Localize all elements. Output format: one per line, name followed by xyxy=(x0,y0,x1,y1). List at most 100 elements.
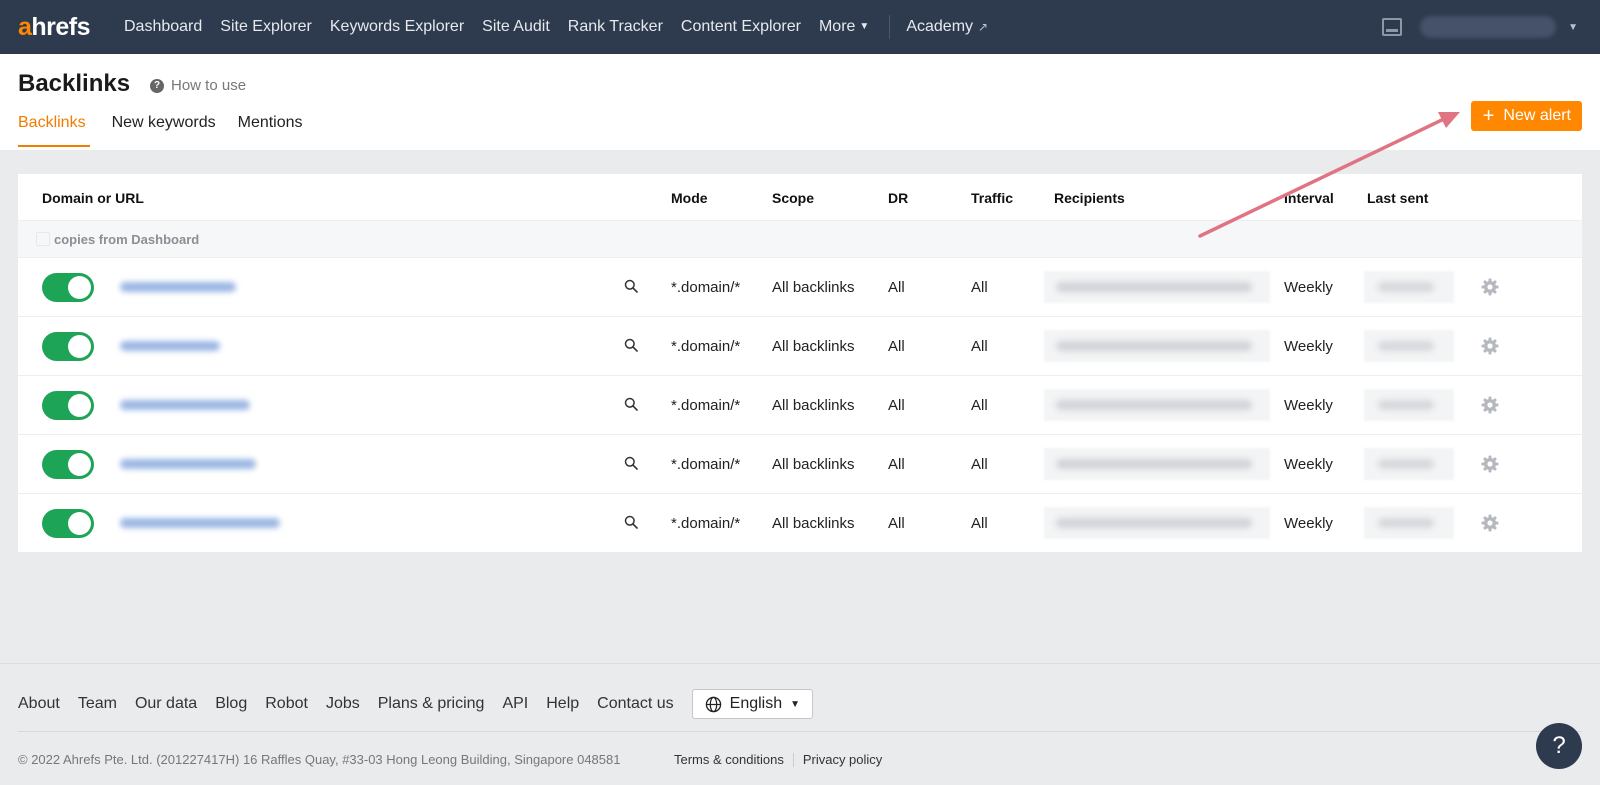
table-row: *.domain/* All backlinks All All Weekly xyxy=(18,435,1582,494)
col-scope: Scope xyxy=(772,190,815,206)
recipients-blurred xyxy=(1044,330,1270,362)
table-row: *.domain/* All backlinks All All Weekly xyxy=(18,258,1582,317)
footer-links: About Team Our data Blog Robot Jobs Plan… xyxy=(18,689,814,719)
cell-traffic: All xyxy=(971,397,988,414)
gear-icon[interactable] xyxy=(1480,277,1500,297)
col-dr: DR xyxy=(888,190,909,206)
nav-keywords-explorer[interactable]: Keywords Explorer xyxy=(330,18,464,36)
cell-mode: *.domain/* xyxy=(671,397,741,414)
tab-new-keywords[interactable]: New keywords xyxy=(112,114,216,147)
recipients-blurred xyxy=(1044,448,1270,480)
nav-more-label: More xyxy=(818,18,856,35)
recipients-blurred xyxy=(1044,507,1270,539)
domain-link-blurred[interactable] xyxy=(116,269,296,305)
cell-mode: *.domain/* xyxy=(671,456,741,473)
alerts-table: Domain or URL Mode Scope DR Traffic Reci… xyxy=(18,174,1582,552)
gear-icon[interactable] xyxy=(1480,336,1500,356)
search-icon[interactable] xyxy=(624,515,638,529)
privacy-link[interactable]: Privacy policy xyxy=(803,752,882,767)
tab-mentions[interactable]: Mentions xyxy=(238,114,303,147)
cell-traffic: All xyxy=(971,456,988,473)
cell-dr: All xyxy=(888,279,905,296)
footer-link-help[interactable]: Help xyxy=(546,695,579,713)
search-icon[interactable] xyxy=(624,279,638,293)
last-sent-blurred xyxy=(1364,389,1454,421)
domain-link-blurred[interactable] xyxy=(116,505,296,541)
alert-toggle[interactable] xyxy=(42,509,94,538)
toggle-knob xyxy=(68,276,91,299)
search-icon[interactable] xyxy=(624,397,638,411)
col-traffic: Traffic xyxy=(971,190,1014,206)
chevron-down-icon[interactable]: ▼ xyxy=(1568,22,1578,33)
nav-divider xyxy=(889,15,891,39)
domain-link-blurred[interactable] xyxy=(116,446,296,482)
cell-interval: Weekly xyxy=(1284,515,1333,532)
top-nav-bar: ahrefs Dashboard Site Explorer Keywords … xyxy=(0,0,1600,54)
recipients-blurred xyxy=(1044,271,1270,303)
cell-mode: *.domain/* xyxy=(671,338,741,355)
nav-site-audit[interactable]: Site Audit xyxy=(482,18,550,36)
footer-link-api[interactable]: API xyxy=(502,695,528,713)
language-label: English xyxy=(729,695,783,712)
cell-mode: *.domain/* xyxy=(671,515,741,532)
cell-interval: Weekly xyxy=(1284,279,1333,296)
new-alert-button[interactable]: + New alert xyxy=(1470,101,1582,131)
domain-link-blurred[interactable] xyxy=(116,387,296,423)
search-icon[interactable] xyxy=(624,456,638,470)
footer-link-our-data[interactable]: Our data xyxy=(135,695,197,713)
cell-traffic: All xyxy=(971,279,988,296)
how-to-use-link[interactable]: ? How to use xyxy=(150,77,246,94)
plus-icon: + xyxy=(1482,105,1495,127)
footer-link-plans-pricing[interactable]: Plans & pricing xyxy=(378,695,485,713)
footer-link-jobs[interactable]: Jobs xyxy=(326,695,360,713)
footer-link-robot[interactable]: Robot xyxy=(265,695,308,713)
gear-icon[interactable] xyxy=(1480,395,1500,415)
gear-icon[interactable] xyxy=(1480,454,1500,474)
cell-dr: All xyxy=(888,515,905,532)
table-row: *.domain/* All backlinks All All Weekly xyxy=(18,317,1582,376)
footer-link-about[interactable]: About xyxy=(18,695,60,713)
footer-divider xyxy=(18,731,1582,732)
alert-toggle[interactable] xyxy=(42,391,94,420)
table-row: *.domain/* All backlinks All All Weekly xyxy=(18,494,1582,553)
legal-links: Terms & conditions Privacy policy xyxy=(674,752,882,767)
col-recipients: Recipients xyxy=(1054,190,1125,206)
alert-toggle[interactable] xyxy=(42,450,94,479)
cell-traffic: All xyxy=(971,338,988,355)
footer-link-blog[interactable]: Blog xyxy=(215,695,247,713)
cell-dr: All xyxy=(888,338,905,355)
gear-icon[interactable] xyxy=(1480,513,1500,533)
col-domain: Domain or URL xyxy=(42,190,144,206)
terms-link[interactable]: Terms & conditions xyxy=(674,752,784,767)
nav-academy[interactable]: Academy ↗ xyxy=(906,18,988,36)
last-sent-blurred xyxy=(1364,271,1454,303)
nav-more[interactable]: More ▼ xyxy=(819,18,869,36)
page-title: Backlinks xyxy=(18,70,131,97)
alert-tabs: Backlinks New keywords Mentions xyxy=(18,114,325,147)
alert-toggle[interactable] xyxy=(42,273,94,302)
cell-dr: All xyxy=(888,397,905,414)
cell-scope: All backlinks xyxy=(772,456,855,473)
cell-scope: All backlinks xyxy=(772,515,855,532)
tab-backlinks[interactable]: Backlinks xyxy=(18,114,90,147)
ahrefs-logo[interactable]: ahrefs xyxy=(18,13,104,42)
nav-site-explorer[interactable]: Site Explorer xyxy=(220,18,312,36)
chevron-down-icon: ▼ xyxy=(859,21,870,32)
group-checkbox[interactable] xyxy=(36,232,50,246)
help-chat-button[interactable]: ? xyxy=(1536,723,1582,769)
footer-link-team[interactable]: Team xyxy=(78,695,117,713)
nav-rank-tracker[interactable]: Rank Tracker xyxy=(568,18,663,36)
domain-link-blurred[interactable] xyxy=(116,328,296,364)
account-menu-blurred[interactable] xyxy=(1420,16,1557,38)
main-nav: Dashboard Site Explorer Keywords Explore… xyxy=(124,15,1006,39)
col-mode: Mode xyxy=(671,190,708,206)
alert-toggle[interactable] xyxy=(42,332,94,361)
nav-dashboard[interactable]: Dashboard xyxy=(124,18,202,36)
search-icon[interactable] xyxy=(624,338,638,352)
cell-traffic: All xyxy=(971,515,988,532)
inbox-icon[interactable] xyxy=(1382,18,1403,36)
page-header: Backlinks ? How to use Backlinks New key… xyxy=(0,54,1600,150)
nav-content-explorer[interactable]: Content Explorer xyxy=(681,18,801,36)
footer-link-contact-us[interactable]: Contact us xyxy=(597,695,673,713)
language-select[interactable]: English ▼ xyxy=(691,689,814,719)
